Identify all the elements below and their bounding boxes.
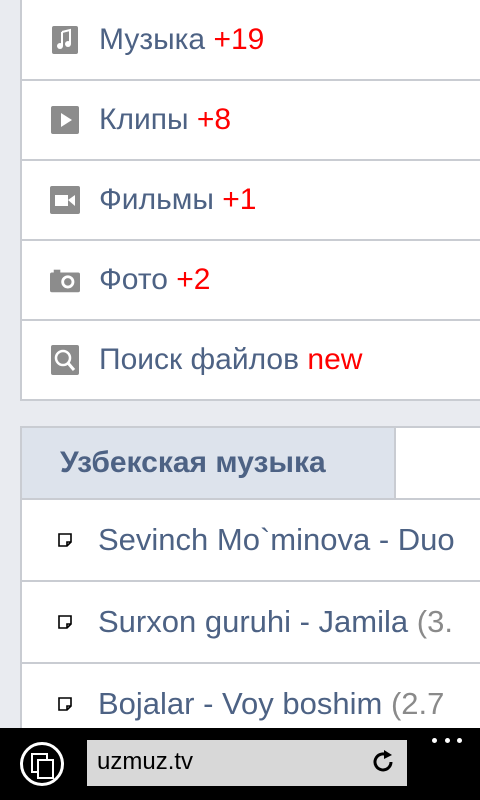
video-camera-icon: [50, 185, 80, 215]
menu-item-films[interactable]: Фильмы +1: [22, 161, 480, 241]
menu-item-badge: +8: [196, 103, 232, 136]
track-row[interactable]: Sevinch Mo`minova - Duo: [22, 500, 480, 582]
left-gutter: [0, 0, 20, 728]
track-size: (2.7: [390, 686, 445, 721]
menu-item-music[interactable]: Музыка +19: [22, 0, 480, 81]
file-icon: [58, 697, 72, 711]
address-bar[interactable]: uzmuz.tv: [87, 740, 407, 786]
track-row[interactable]: Surxon guruhi - Jamila (3.: [22, 582, 480, 664]
menu-item-clips[interactable]: Клипы +8: [22, 81, 480, 161]
menu-item-label: Музыка: [99, 22, 206, 56]
play-icon: [50, 105, 80, 135]
tab-uzbek-music[interactable]: Узбекская музыка: [22, 428, 396, 498]
track-size: (3.: [416, 604, 453, 639]
tab-bar: Узбекская музыка: [22, 428, 480, 500]
music-note-icon: [50, 25, 80, 55]
menu-item-file-search[interactable]: Поиск файлов new: [22, 321, 480, 401]
menu-item-label: Фото: [99, 263, 168, 296]
menu-item-badge: +19: [213, 22, 265, 56]
browser-app-bar: uzmuz.tv: [0, 728, 480, 800]
file-icon: [58, 615, 72, 629]
menu-item-photo[interactable]: Фото +2: [22, 241, 480, 321]
track-title: Sevinch Mo`minova - Duo: [98, 522, 455, 557]
menu-item-label: Фильмы: [99, 183, 214, 216]
track-title: Surxon guruhi - Jamila: [98, 604, 409, 639]
tabs-icon[interactable]: [20, 742, 64, 786]
url-text: uzmuz.tv: [97, 748, 194, 775]
menu-item-badge: +1: [222, 183, 257, 216]
track-title: Bojalar - Voy boshim: [98, 686, 383, 721]
menu-item-label: Поиск файлов: [99, 343, 300, 376]
music-section: Узбекская музыка Sevinch Mo`minova - Duo…: [20, 426, 480, 746]
more-options-icon[interactable]: [432, 738, 462, 746]
main-menu: Музыка +19 Клипы +8 Фильмы +1 Фото +2 По…: [20, 0, 480, 401]
menu-item-badge: +2: [176, 263, 211, 296]
file-icon: [58, 533, 72, 547]
menu-item-badge: new: [307, 343, 363, 376]
refresh-icon[interactable]: [369, 748, 397, 776]
camera-icon: [50, 265, 80, 295]
menu-item-label: Клипы: [99, 103, 189, 136]
search-file-icon: [50, 345, 80, 375]
